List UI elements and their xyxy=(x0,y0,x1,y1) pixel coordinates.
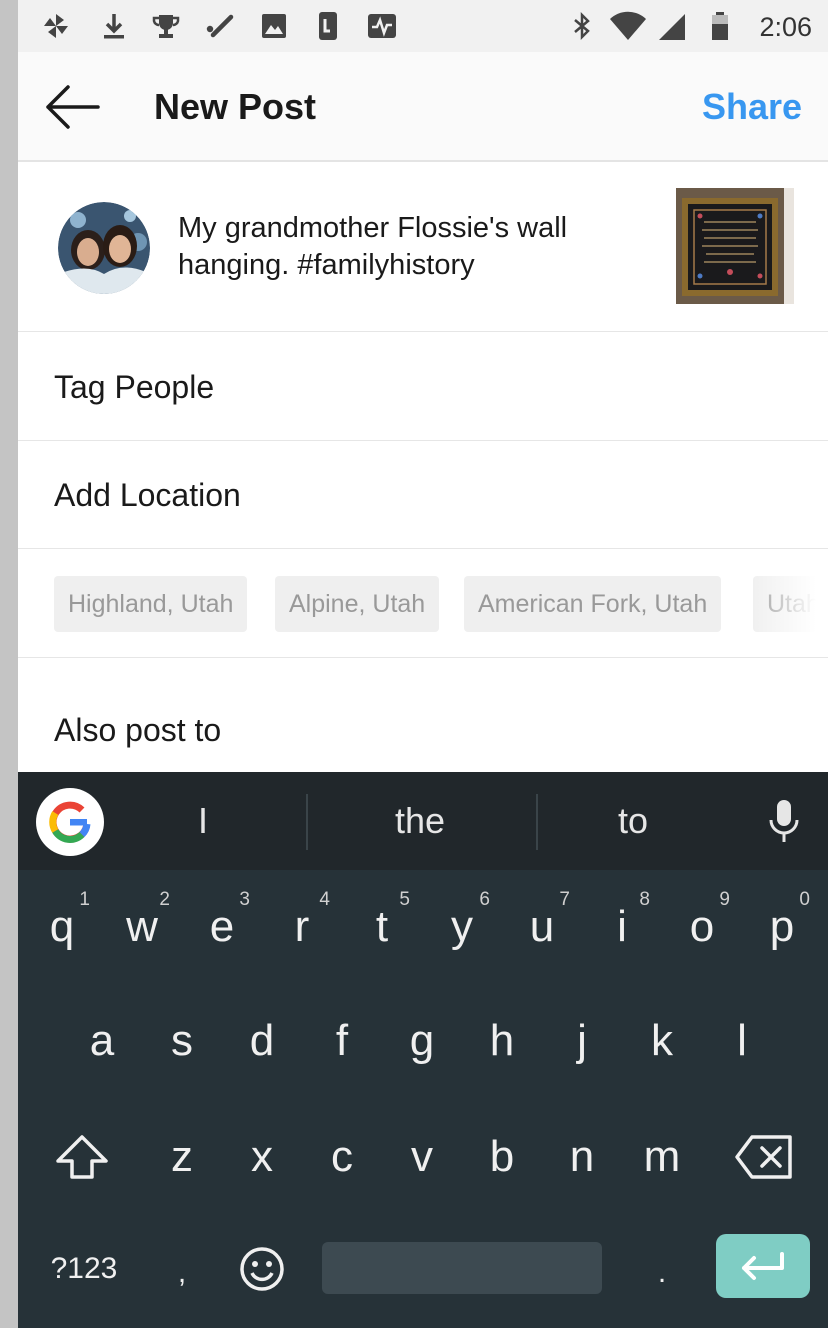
bluetooth-icon xyxy=(566,10,598,42)
pinwheel-icon xyxy=(40,10,72,42)
google-icon[interactable] xyxy=(36,788,104,856)
space-bar[interactable] xyxy=(322,1242,602,1294)
key-k[interactable]: k xyxy=(622,986,702,1096)
backspace-key[interactable] xyxy=(724,1102,804,1212)
suggestion-strip: I the to xyxy=(18,772,828,870)
key-i[interactable]: i8 xyxy=(582,872,662,982)
location-chip[interactable]: Highland, Utah xyxy=(54,576,248,632)
key-c[interactable]: c xyxy=(302,1102,382,1212)
backspace-icon xyxy=(735,1135,792,1179)
suggestion-item[interactable]: I xyxy=(138,800,268,842)
caption-section: My grandmother Flossie's wall hanging. #… xyxy=(18,164,828,332)
image-icon xyxy=(258,10,290,42)
shift-key[interactable] xyxy=(42,1102,122,1212)
key-x[interactable]: x xyxy=(222,1102,302,1212)
phone-icon xyxy=(312,10,344,42)
arrow-left-icon xyxy=(46,85,100,129)
symbols-key[interactable]: ?123 xyxy=(42,1214,126,1324)
key-h[interactable]: h xyxy=(462,986,542,1096)
enter-key[interactable] xyxy=(716,1234,810,1298)
key-l[interactable]: l xyxy=(702,986,782,1096)
post-thumbnail xyxy=(676,188,794,304)
pen-icon xyxy=(204,10,236,42)
enter-arrow-icon xyxy=(742,1252,784,1280)
tag-people-row[interactable]: Tag People xyxy=(18,333,828,441)
suggestion-item[interactable]: to xyxy=(568,800,698,842)
avatar xyxy=(58,202,150,294)
key-t[interactable]: t5 xyxy=(342,872,422,982)
key-o[interactable]: o9 xyxy=(662,872,742,982)
location-suggestions: Highland, Utah Alpine, Utah American For… xyxy=(18,550,828,658)
key-b[interactable]: b xyxy=(462,1102,542,1212)
key-r[interactable]: r4 xyxy=(262,872,342,982)
trophy-icon xyxy=(150,10,182,42)
emoji-icon xyxy=(240,1247,284,1291)
key-z[interactable]: z xyxy=(142,1102,222,1212)
key-p[interactable]: p0 xyxy=(742,872,822,982)
emoji-key[interactable] xyxy=(222,1214,302,1324)
signal-icon xyxy=(656,10,688,42)
status-time: 2:06 xyxy=(759,12,812,42)
tag-people-label: Tag People xyxy=(54,369,215,405)
add-location-label: Add Location xyxy=(54,477,241,513)
key-f[interactable]: f xyxy=(302,986,382,1096)
wifi-icon xyxy=(608,10,648,42)
battery-icon xyxy=(704,10,736,42)
key-u[interactable]: u7 xyxy=(502,872,582,982)
shift-arrow-icon xyxy=(56,1135,108,1179)
suggestion-item[interactable]: the xyxy=(340,800,500,842)
key-y[interactable]: y6 xyxy=(422,872,502,982)
key-e[interactable]: e3 xyxy=(182,872,262,982)
add-location-row[interactable]: Add Location xyxy=(18,441,828,549)
back-button[interactable] xyxy=(44,82,100,132)
key-period[interactable]: . xyxy=(622,1218,702,1328)
key-n[interactable]: n xyxy=(542,1102,622,1212)
key-d[interactable]: d xyxy=(222,986,302,1096)
key-q[interactable]: q1 xyxy=(22,872,102,982)
key-s[interactable]: s xyxy=(142,986,222,1096)
new-post-screen: 2:06 New Post Share My grandmother Floss… xyxy=(18,0,828,1328)
key-a[interactable]: a xyxy=(62,986,142,1096)
location-chip[interactable]: Utah xyxy=(753,576,828,632)
share-button[interactable]: Share xyxy=(702,86,802,128)
download-icon xyxy=(98,10,130,42)
microphone-icon[interactable] xyxy=(766,798,802,844)
key-w[interactable]: w2 xyxy=(102,872,182,982)
activity-icon xyxy=(366,10,398,42)
key-comma[interactable]: , xyxy=(142,1218,222,1328)
key-v[interactable]: v xyxy=(382,1102,462,1212)
app-toolbar: New Post Share xyxy=(18,52,828,162)
caption-text[interactable]: My grandmother Flossie's wall hanging. #… xyxy=(178,210,638,284)
key-j[interactable]: j xyxy=(542,986,622,1096)
soft-keyboard: I the to q1 w2 e3 r4 t5 y6 u7 i8 o9 p0 a… xyxy=(18,772,828,1328)
status-bar: 2:06 xyxy=(18,0,828,52)
page-title: New Post xyxy=(154,86,317,127)
also-post-to-label: Also post to xyxy=(54,712,222,748)
key-m[interactable]: m xyxy=(622,1102,702,1212)
location-chip[interactable]: American Fork, Utah xyxy=(464,576,722,632)
location-chip[interactable]: Alpine, Utah xyxy=(275,576,440,632)
key-g[interactable]: g xyxy=(382,986,462,1096)
